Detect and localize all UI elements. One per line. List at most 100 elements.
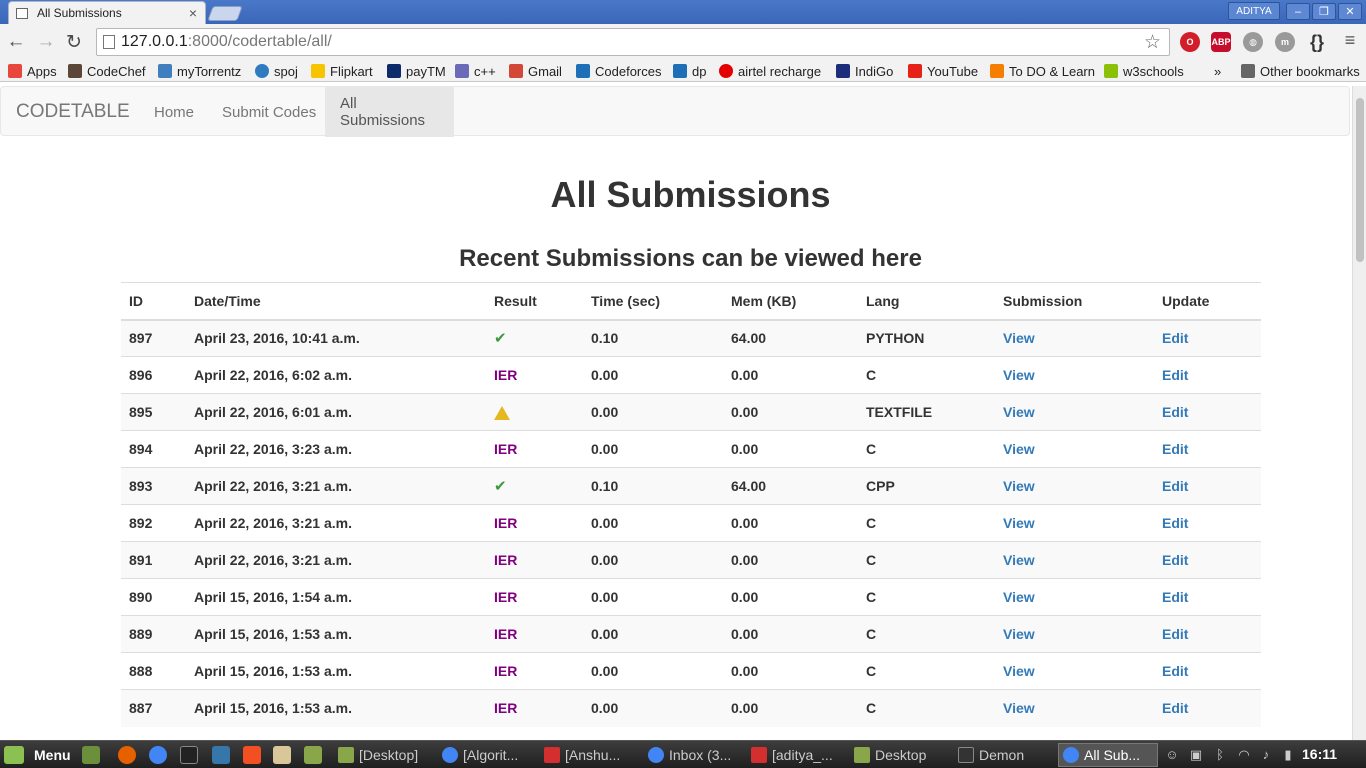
bookmark-gmail[interactable]: Gmail — [509, 62, 562, 80]
cell-result: IER — [486, 689, 583, 727]
bookmark-cpp[interactable]: c++ — [455, 62, 496, 80]
user-tray-icon[interactable]: ☺ — [1164, 747, 1180, 763]
new-tab-button[interactable] — [207, 6, 243, 21]
bookmark-airtel[interactable]: airtel recharge — [719, 62, 821, 80]
nav-all-submissions[interactable]: All Submissions — [325, 87, 454, 137]
view-link[interactable]: View — [995, 541, 1154, 579]
adblock-extension-icon[interactable]: ABP — [1211, 32, 1231, 52]
task-desktop-folder[interactable]: [Desktop] — [334, 743, 434, 767]
bookmark-mytorrentz[interactable]: myTorrentz — [158, 62, 241, 80]
cell-result: IER — [486, 578, 583, 616]
view-link[interactable]: View — [995, 689, 1154, 727]
site-brand[interactable]: CODETABLE — [16, 101, 130, 123]
bookmark-codeforces[interactable]: Codeforces — [576, 62, 661, 80]
scrollbar-thumb[interactable] — [1356, 98, 1364, 262]
profile-button[interactable]: ADITYA — [1228, 2, 1280, 20]
nav-submit-codes[interactable]: Submit Codes — [207, 87, 331, 137]
opera-extension-icon[interactable]: O — [1180, 32, 1200, 52]
task-demon[interactable]: Demon — [954, 743, 1054, 767]
view-link[interactable]: View — [995, 504, 1154, 542]
office-icon[interactable] — [243, 746, 261, 764]
terminal-icon[interactable] — [180, 746, 198, 764]
text-editor-icon[interactable] — [273, 746, 291, 764]
network-icon[interactable]: ◠ — [1236, 747, 1252, 763]
bluetooth-icon[interactable]: ᛒ — [1212, 747, 1228, 763]
bookmark-star-icon[interactable]: ☆ — [1144, 31, 1161, 54]
tab-all-submissions[interactable]: All Submissions × — [8, 1, 206, 24]
python-icon[interactable] — [212, 746, 230, 764]
edit-link[interactable]: Edit — [1154, 319, 1261, 357]
show-desktop-icon[interactable] — [82, 746, 100, 764]
bookmark-todo[interactable]: To DO & Learn — [990, 62, 1095, 80]
folder-icon — [854, 747, 870, 763]
cell-id: 896 — [121, 356, 186, 394]
task-all-submissions[interactable]: All Sub... — [1058, 743, 1158, 767]
view-link[interactable]: View — [995, 356, 1154, 394]
edit-link[interactable]: Edit — [1154, 356, 1261, 394]
edit-link[interactable]: Edit — [1154, 652, 1261, 690]
task-algorithm[interactable]: [Algorit... — [438, 743, 538, 767]
view-link[interactable]: View — [995, 430, 1154, 468]
cpp-icon — [455, 64, 469, 78]
bookmark-spoj[interactable]: spoj — [255, 62, 298, 80]
task-aditya[interactable]: [aditya_... — [747, 743, 847, 767]
task-desktop[interactable]: Desktop — [850, 743, 950, 767]
other-bookmarks-folder[interactable]: Other bookmarks — [1241, 62, 1360, 80]
bookmark-indigo[interactable]: IndiGo — [836, 62, 893, 80]
folder-icon — [1241, 64, 1255, 78]
volume-icon[interactable]: ♪ — [1258, 747, 1274, 763]
bookmarks-overflow-button[interactable]: » — [1214, 62, 1221, 80]
reload-icon[interactable]: ↻ — [62, 30, 86, 54]
bookmark-apps[interactable]: Apps — [8, 62, 57, 80]
edit-link[interactable]: Edit — [1154, 504, 1261, 542]
forward-icon[interactable]: → — [34, 30, 58, 54]
firefox-icon[interactable] — [118, 746, 136, 764]
task-inbox[interactable]: Inbox (3... — [644, 743, 744, 767]
view-link[interactable]: View — [995, 652, 1154, 690]
header-update: Update — [1154, 282, 1261, 321]
bookmark-youtube[interactable]: YouTube — [908, 62, 978, 80]
edit-link[interactable]: Edit — [1154, 578, 1261, 616]
m-extension-icon[interactable]: m — [1275, 32, 1295, 52]
view-link[interactable]: View — [995, 467, 1154, 505]
chrome-menu-icon[interactable]: ≡ — [1340, 30, 1360, 54]
battery-icon[interactable]: ▮ — [1280, 747, 1296, 763]
edit-link[interactable]: Edit — [1154, 430, 1261, 468]
bookmark-w3schools[interactable]: w3schools — [1104, 62, 1184, 80]
view-link[interactable]: View — [995, 319, 1154, 357]
minimize-button[interactable]: ‒ — [1286, 3, 1310, 20]
bookmark-codechef[interactable]: CodeChef — [68, 62, 146, 80]
page-scrollbar[interactable] — [1352, 86, 1366, 740]
file-manager-icon[interactable] — [304, 746, 322, 764]
cell-lang: CPP — [858, 467, 995, 505]
nav-home[interactable]: Home — [139, 87, 209, 137]
view-link[interactable]: View — [995, 393, 1154, 431]
globe-extension-icon[interactable]: ◍ — [1243, 32, 1263, 52]
edit-link[interactable]: Edit — [1154, 615, 1261, 653]
view-link[interactable]: View — [995, 615, 1154, 653]
edit-link[interactable]: Edit — [1154, 393, 1261, 431]
bookmark-flipkart[interactable]: Flipkart — [311, 62, 373, 80]
view-link[interactable]: View — [995, 578, 1154, 616]
maximize-button[interactable]: ❐ — [1312, 3, 1336, 20]
address-bar[interactable]: 127.0.0.1 :8000/codertable/all/ ☆ — [96, 28, 1170, 56]
task-anshu[interactable]: [Anshu... — [540, 743, 640, 767]
tray-app-icon[interactable]: ▣ — [1188, 747, 1204, 763]
chrome-icon[interactable] — [149, 746, 167, 764]
page-info-icon[interactable] — [103, 35, 115, 49]
bookmark-paytm[interactable]: payTM — [387, 62, 446, 80]
edit-link[interactable]: Edit — [1154, 689, 1261, 727]
blogger-icon — [990, 64, 1004, 78]
cell-result: IER — [486, 615, 583, 653]
result-status: IER — [494, 552, 518, 568]
back-icon[interactable]: ← — [4, 30, 28, 54]
bookmark-dp[interactable]: dp — [673, 62, 706, 80]
clock[interactable]: 16:11 — [1302, 746, 1337, 762]
json-extension-icon[interactable]: {} — [1307, 32, 1327, 52]
edit-link[interactable]: Edit — [1154, 467, 1261, 505]
edit-link[interactable]: Edit — [1154, 541, 1261, 579]
cell-mem: 0.00 — [723, 393, 858, 431]
tab-close-icon[interactable]: × — [185, 5, 201, 21]
start-menu-button[interactable]: Menu — [4, 744, 71, 766]
close-window-button[interactable]: ✕ — [1338, 3, 1362, 20]
